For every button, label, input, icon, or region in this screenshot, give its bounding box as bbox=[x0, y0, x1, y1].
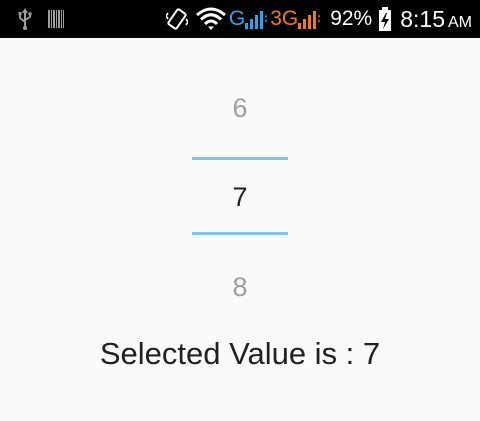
clock-time: 8:15 bbox=[400, 5, 445, 32]
clock: 8:15 AM bbox=[400, 6, 472, 33]
selected-value-text: Selected Value is : 7 bbox=[99, 336, 381, 371]
status-bar: G 3G 92% 8:15 AM bbox=[0, 0, 480, 38]
network-type-3g: 3G bbox=[270, 7, 299, 30]
system-icons: G 3G 92% 8:15 AM bbox=[165, 0, 472, 38]
battery-percent: 92% bbox=[330, 7, 373, 30]
picker-divider-bottom bbox=[192, 232, 288, 235]
picker-previous-value[interactable]: 6 bbox=[192, 92, 288, 124]
picker-next-value[interactable]: 8 bbox=[192, 271, 288, 303]
barcode-icon bbox=[48, 10, 64, 28]
usb-icon bbox=[18, 8, 32, 30]
notification-icons bbox=[18, 6, 64, 32]
network-type-g: G bbox=[228, 7, 246, 30]
signal-icon bbox=[245, 9, 268, 29]
vibrate-icon bbox=[165, 7, 188, 31]
clock-ampm: AM bbox=[448, 13, 472, 31]
wifi-icon bbox=[195, 7, 226, 31]
signal-icon bbox=[298, 9, 321, 29]
number-picker[interactable]: 6 7 8 bbox=[192, 68, 288, 328]
battery-charging-icon bbox=[378, 7, 392, 31]
picker-selected-value[interactable]: 7 bbox=[192, 181, 288, 213]
picker-divider-top bbox=[192, 157, 288, 160]
